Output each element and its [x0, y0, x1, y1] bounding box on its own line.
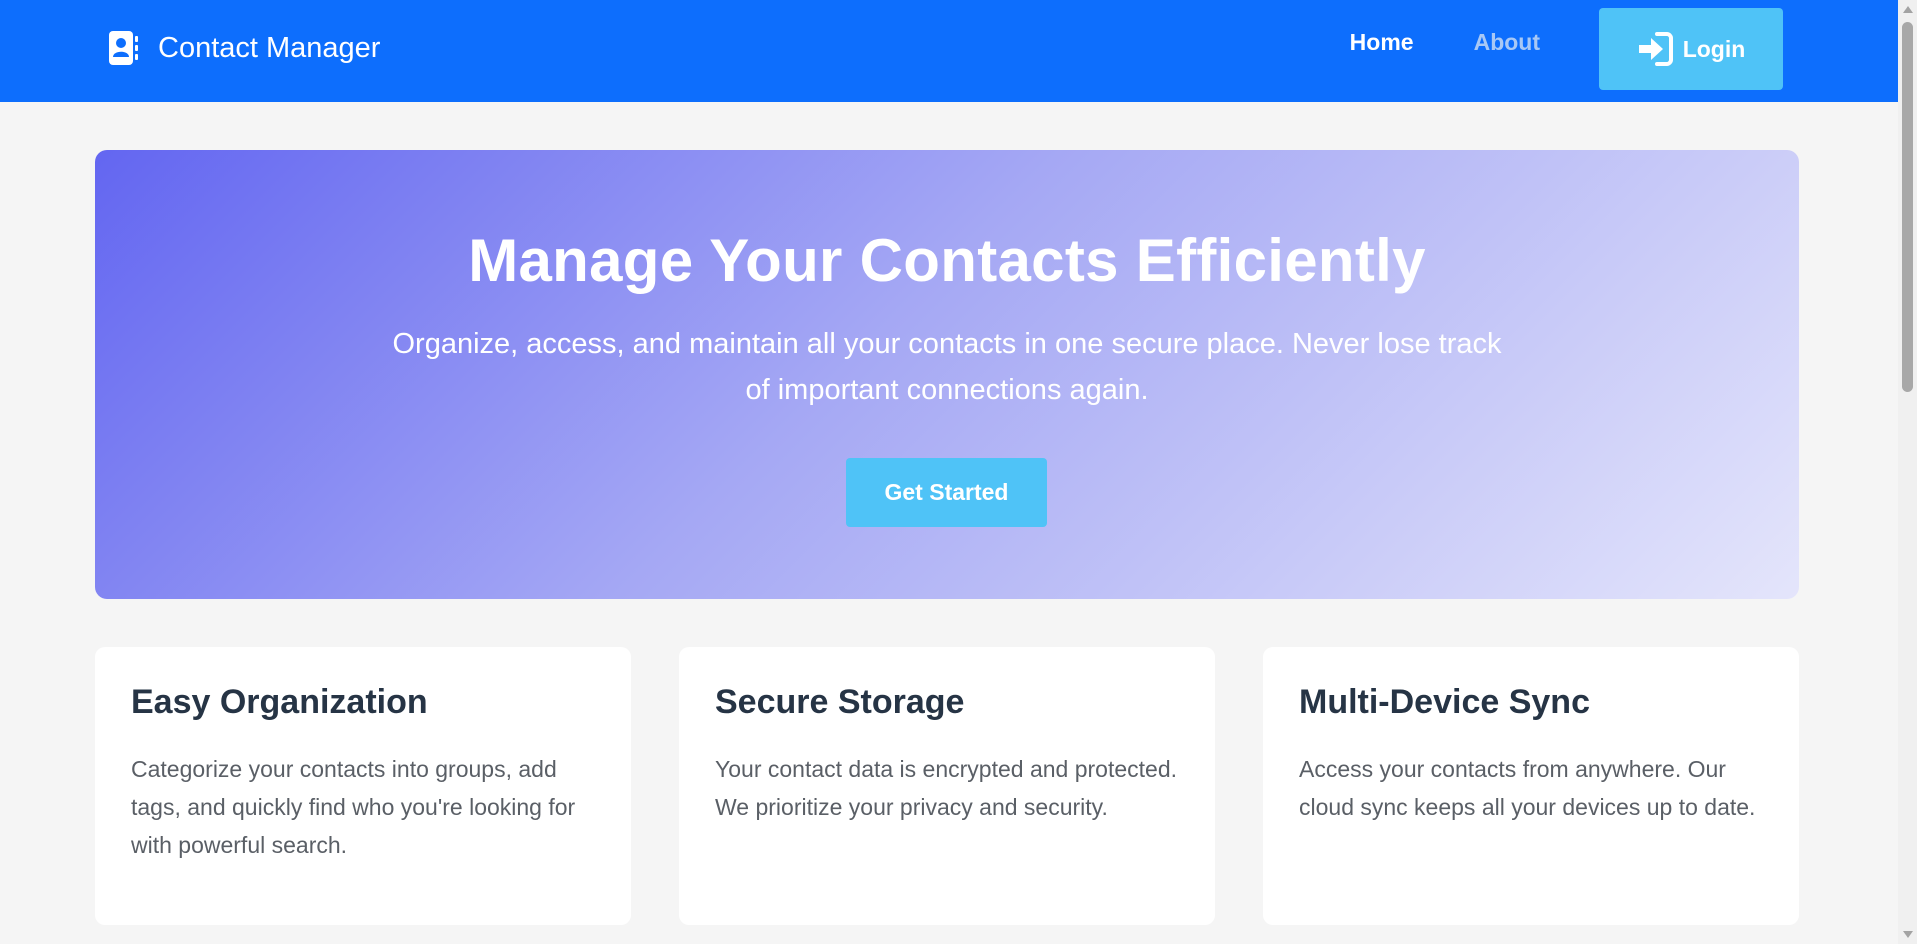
- login-label: Login: [1682, 35, 1746, 62]
- brand-label: Contact Manager: [158, 31, 381, 64]
- feature-card-sync: Multi-Device Sync Access your contacts f…: [1263, 647, 1799, 925]
- scrollbar-thumb[interactable]: [1902, 22, 1913, 392]
- nav-link-home[interactable]: Home: [1350, 29, 1414, 56]
- feature-description: Categorize your contacts into groups, ad…: [131, 756, 576, 858]
- feature-title: Easy Organization: [131, 683, 428, 721]
- sign-in-icon: [1637, 32, 1673, 66]
- nav-link-about[interactable]: About: [1474, 29, 1540, 56]
- scroll-up-arrow-icon[interactable]: [1903, 6, 1913, 13]
- feature-title: Multi-Device Sync: [1299, 683, 1590, 721]
- navbar: Contact Manager Home About Login: [0, 0, 1898, 102]
- feature-card-storage: Secure Storage Your contact data is encr…: [679, 647, 1215, 925]
- scroll-down-arrow-icon[interactable]: [1903, 931, 1913, 938]
- login-button[interactable]: Login: [1599, 8, 1783, 90]
- hero-banner: Manage Your Contacts Efficiently Organiz…: [95, 150, 1799, 599]
- hero-subtitle: Organize, access, and maintain all your …: [392, 328, 1502, 406]
- hero-title: Manage Your Contacts Efficiently: [468, 227, 1426, 294]
- vertical-scrollbar[interactable]: [1898, 0, 1917, 944]
- feature-description: Your contact data is encrypted and prote…: [715, 756, 1178, 820]
- feature-card-organization: Easy Organization Categorize your contac…: [95, 647, 631, 925]
- brand[interactable]: Contact Manager: [108, 30, 380, 66]
- nav-links: Home About Login: [1350, 8, 1783, 90]
- get-started-button[interactable]: Get Started: [846, 458, 1047, 527]
- feature-title: Secure Storage: [715, 683, 965, 721]
- address-book-icon: [108, 30, 140, 66]
- feature-description: Access your contacts from anywhere. Our …: [1299, 756, 1756, 820]
